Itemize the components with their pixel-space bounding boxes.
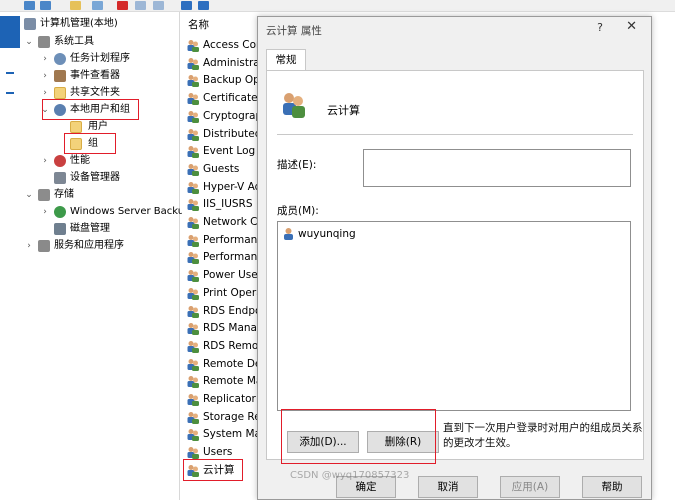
group-icon [187, 199, 199, 212]
cancel-button[interactable]: 取消 [418, 476, 478, 498]
highlight-cloud-group [183, 459, 243, 481]
highlight-add-remove [281, 409, 436, 464]
services-icon [38, 240, 50, 252]
up-folder-icon[interactable] [70, 1, 81, 10]
chevron-right-icon[interactable]: › [40, 68, 50, 84]
forward-icon[interactable] [40, 1, 51, 10]
clock-icon [54, 53, 66, 65]
group-icon [187, 234, 199, 247]
group-icon [187, 287, 199, 300]
group-icon [187, 93, 199, 106]
selected-app-indicator [0, 16, 20, 48]
group-icon [187, 323, 199, 336]
description-label: 描述(E): [277, 159, 317, 171]
edge-marker [6, 72, 14, 74]
left-edge-panel [0, 12, 20, 500]
highlight-groups [64, 133, 116, 154]
chevron-right-icon[interactable]: › [40, 153, 50, 169]
help-icon[interactable] [181, 1, 192, 10]
device-manager-icon [54, 172, 66, 184]
show-hide-tree-icon[interactable] [92, 1, 103, 10]
group-icon [187, 252, 199, 265]
properties-icon[interactable] [135, 1, 146, 10]
membership-note: 直到下一次用户登录时对用户的组成员关系的更改才生效。 [443, 422, 643, 449]
chevron-right-icon[interactable]: › [24, 238, 34, 254]
group-icon [187, 394, 199, 406]
watermark: CSDN @wyq170857323 [290, 470, 410, 481]
group-icon [187, 358, 199, 371]
group-icon [187, 163, 199, 176]
back-icon[interactable] [24, 1, 35, 10]
tab-general[interactable]: 常规 [266, 49, 306, 71]
group-icon [187, 110, 199, 123]
shared-folder-icon [54, 87, 66, 99]
group-icon [187, 305, 199, 318]
group-icon [187, 411, 199, 424]
group-icon [187, 128, 199, 141]
description-field[interactable] [363, 149, 631, 187]
close-icon[interactable]: ✕ [626, 19, 637, 34]
group-icon [187, 429, 199, 442]
group-icon [187, 75, 199, 88]
dialog-title: 云计算 属性 [266, 25, 322, 37]
members-listbox[interactable]: wuyunqing [277, 221, 631, 411]
group-icon [187, 181, 199, 194]
backup-icon [54, 206, 66, 218]
storage-icon [38, 189, 50, 201]
group-name: 云计算 [327, 104, 360, 117]
column-header-name[interactable]: 名称 [182, 16, 209, 34]
help-question-icon[interactable]: ? [597, 21, 603, 34]
group-list: 名称 Access Control Assistance OperatorsAd… [182, 12, 262, 500]
group-icon [187, 340, 199, 353]
user-icon [284, 228, 293, 240]
group-icon [187, 447, 199, 460]
highlight-local-users-groups [42, 99, 139, 120]
event-viewer-icon [54, 70, 66, 82]
help-button[interactable]: 帮助 [582, 476, 642, 498]
tools-icon [38, 36, 50, 48]
folder-icon [70, 121, 82, 133]
group-icon [187, 40, 199, 52]
disk-icon [54, 223, 66, 235]
action-pane-icon[interactable] [198, 1, 209, 10]
export-icon[interactable] [153, 1, 164, 10]
group-icon [187, 376, 199, 389]
group-icon [187, 146, 199, 159]
toolbar [0, 0, 675, 12]
group-icon [187, 270, 199, 283]
group-icon [283, 93, 305, 118]
edge-marker [6, 92, 14, 94]
general-tab-panel: 云计算 描述(E): 成员(M): wuyunqing 添加(D)... 删除(… [266, 70, 644, 464]
group-icon [187, 57, 199, 70]
delete-icon[interactable] [117, 1, 128, 10]
chevron-down-icon[interactable]: ⌄ [24, 187, 34, 203]
chevron-down-icon[interactable]: ⌄ [24, 34, 34, 50]
members-label: 成员(M): [277, 205, 319, 217]
computer-icon [24, 18, 36, 30]
separator [277, 134, 633, 135]
apply-button[interactable]: 应用(A) [500, 476, 560, 498]
group-icon [187, 217, 199, 229]
properties-dialog: 云计算 属性 ? ✕ 常规 云计算 描述(E): 成员(M): wuyunqin… [257, 16, 652, 500]
console-tree: 计算机管理(本地) ⌄ 系统工具 › 任务计划程序 › 事件查看器 › 共享文件… [20, 12, 190, 500]
chevron-right-icon[interactable]: › [40, 51, 50, 67]
performance-icon [54, 155, 66, 167]
chevron-right-icon[interactable]: › [40, 204, 50, 220]
